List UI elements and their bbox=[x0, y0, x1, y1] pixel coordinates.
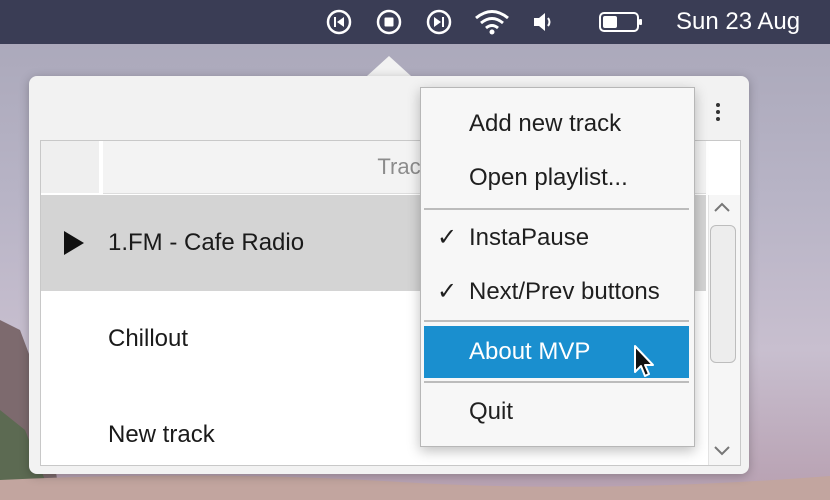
track-name: New track bbox=[108, 421, 215, 448]
menu-item-label: Add new track bbox=[469, 110, 622, 137]
menu-item-quit[interactable]: Quit bbox=[424, 386, 689, 438]
scroll-up-icon[interactable] bbox=[711, 199, 733, 215]
stop-icon[interactable] bbox=[376, 9, 402, 35]
volume-icon[interactable] bbox=[532, 9, 558, 35]
menu-separator bbox=[424, 208, 689, 210]
menu-item-add-track[interactable]: Add new track bbox=[424, 98, 689, 150]
mouse-pointer-icon bbox=[634, 345, 654, 377]
checkmark-icon: ✓ bbox=[437, 224, 458, 251]
popover-arrow bbox=[367, 56, 411, 76]
more-options-icon[interactable] bbox=[712, 100, 724, 128]
menu-item-next-prev-buttons[interactable]: ✓ Next/Prev buttons bbox=[424, 266, 689, 318]
next-track-icon[interactable] bbox=[426, 9, 452, 35]
menu-item-label: Open playlist... bbox=[469, 164, 628, 191]
play-icon bbox=[64, 231, 84, 255]
checkmark-icon: ✓ bbox=[437, 278, 458, 305]
menu-separator bbox=[424, 381, 689, 383]
scroll-down-icon[interactable] bbox=[711, 443, 733, 459]
status-column-header[interactable] bbox=[41, 141, 103, 193]
menu-bar: Sun 23 Aug bbox=[0, 0, 830, 44]
battery-icon[interactable] bbox=[598, 9, 644, 35]
menu-item-label: InstaPause bbox=[469, 224, 590, 251]
menu-item-instapause[interactable]: ✓ InstaPause bbox=[424, 212, 689, 264]
menu-item-label: About MVP bbox=[469, 338, 591, 365]
scrollbar-thumb[interactable] bbox=[710, 225, 736, 363]
menubar-clock[interactable]: Sun 23 Aug bbox=[676, 8, 800, 36]
track-name: 1.FM - Cafe Radio bbox=[108, 229, 305, 256]
menu-item-label: Next/Prev buttons bbox=[469, 278, 660, 305]
menu-separator bbox=[424, 320, 689, 322]
track-name: Chillout bbox=[108, 325, 189, 352]
menu-item-open-playlist[interactable]: Open playlist... bbox=[424, 152, 689, 204]
menu-item-label: Quit bbox=[469, 398, 514, 425]
wifi-icon[interactable] bbox=[474, 9, 510, 35]
context-menu: Add new track Open playlist... ✓ InstaPa… bbox=[420, 87, 695, 447]
wallpaper-hills bbox=[0, 475, 830, 500]
previous-track-icon[interactable] bbox=[326, 9, 352, 35]
